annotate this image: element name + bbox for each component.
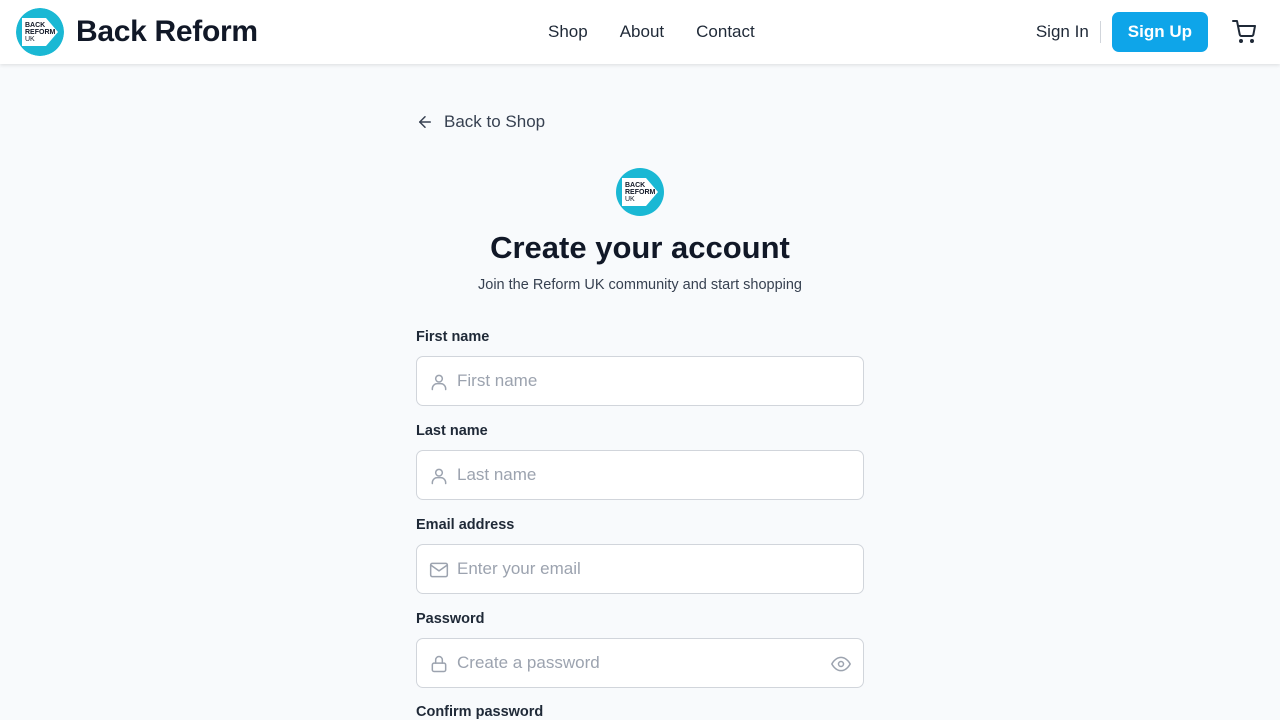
nav-contact-link[interactable]: Contact <box>696 22 755 42</box>
sign-in-link[interactable]: Sign In <box>1036 14 1089 50</box>
user-icon <box>431 374 447 391</box>
user-icon <box>431 468 447 485</box>
mail-icon <box>429 562 449 578</box>
form-logo-text-line-1: BACK <box>625 182 645 189</box>
last-name-field <box>416 450 864 500</box>
page-title: Create your account <box>490 230 790 265</box>
email-label: Email address <box>416 517 515 533</box>
logo-text-line-3: UK <box>25 36 35 43</box>
password-label: Password <box>416 611 485 627</box>
arrow-left-icon <box>419 116 431 128</box>
brand-home-link[interactable]: BACK REFORM UK Back Reform <box>16 8 258 56</box>
first-name-field <box>416 356 864 406</box>
brand-name: Back Reform <box>76 15 258 48</box>
back-link-label: Back to Shop <box>444 112 546 131</box>
lock-icon <box>431 655 447 673</box>
brand-logo: BACK REFORM UK <box>16 8 64 56</box>
email-input[interactable] <box>457 545 827 593</box>
auth-actions: Sign In Sign Up <box>1036 12 1208 52</box>
form-logo: BACK REFORM UK <box>616 168 664 221</box>
form-logo-text-line-2: REFORM <box>625 189 656 196</box>
last-name-label: Last name <box>416 423 488 439</box>
password-input[interactable] <box>457 639 827 687</box>
logo-text-line-1: BACK <box>25 22 45 29</box>
first-name-label: First name <box>416 329 490 345</box>
back-to-shop-link[interactable]: Back to Shop <box>416 112 545 132</box>
form-logo-text-line-3: UK <box>625 196 635 203</box>
logo-text-line-2: REFORM <box>25 29 56 36</box>
main-nav: Shop About Contact <box>548 22 755 42</box>
first-name-input[interactable] <box>457 357 827 405</box>
auth-divider <box>1099 21 1101 43</box>
email-field <box>416 544 864 594</box>
confirm-password-label: Confirm password <box>416 704 544 720</box>
shopping-cart-icon[interactable] <box>1232 20 1256 44</box>
page-subtitle: Join the Reform UK community and start s… <box>478 277 802 293</box>
last-name-input[interactable] <box>457 451 827 499</box>
nav-about-link[interactable]: About <box>620 22 664 42</box>
sign-up-button[interactable]: Sign Up <box>1111 12 1208 52</box>
site-header: BACK REFORM UK Back Reform Shop About Co… <box>0 0 1280 64</box>
nav-shop-link[interactable]: Shop <box>548 22 588 42</box>
password-field <box>416 638 864 688</box>
eye-icon[interactable] <box>831 654 851 674</box>
